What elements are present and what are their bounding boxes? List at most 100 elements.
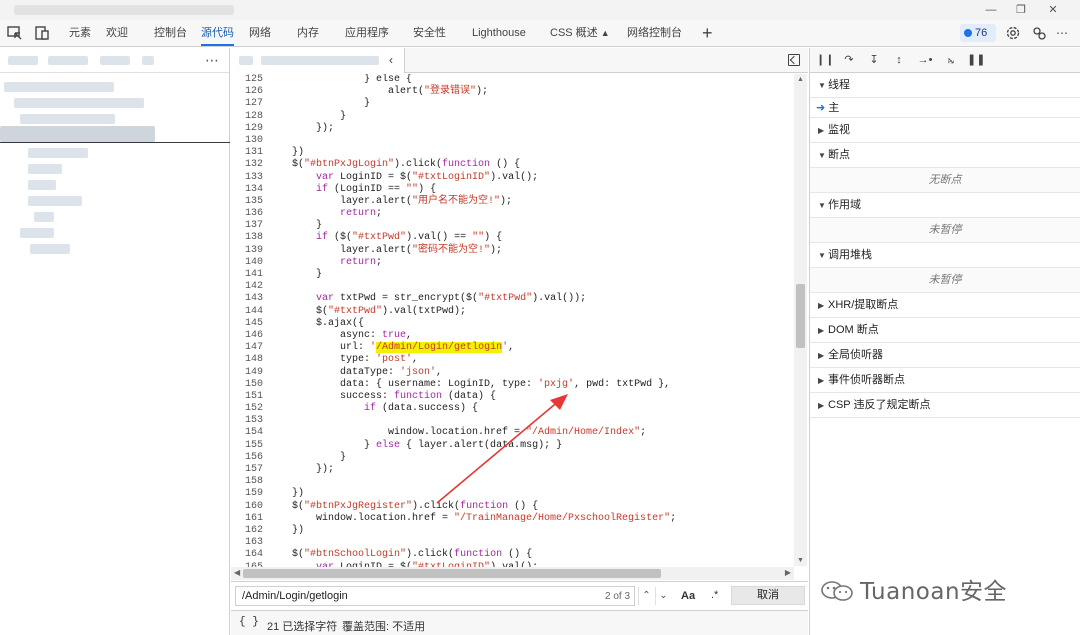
code-horizontal-scrollbar[interactable]: ◀ ▶ [231, 567, 794, 580]
code-line[interactable]: 141 } [231, 269, 808, 281]
tab-welcome[interactable]: 欢迎 [106, 20, 128, 46]
code-line[interactable]: 148 type: 'post', [231, 354, 808, 366]
line-number[interactable]: 129 [231, 123, 263, 135]
minimize-icon[interactable]: — [978, 2, 1004, 18]
scroll-right-icon[interactable]: ▶ [785, 568, 791, 577]
code-line[interactable]: 153 [231, 415, 808, 427]
code-line[interactable]: 139 layer.alert("密码不能为空!"); [231, 245, 808, 257]
cancel-search-button[interactable]: 取消 [731, 586, 805, 605]
blurred-nav-tab[interactable] [8, 56, 38, 65]
code-line[interactable]: 131 }) [231, 147, 808, 159]
more-options-icon[interactable]: ⋯ [1056, 24, 1074, 42]
code-line[interactable]: 158 [231, 476, 808, 488]
code-line[interactable]: 144 $("#txtPwd").val(txtPwd); [231, 306, 808, 318]
line-number[interactable]: 162 [231, 525, 263, 537]
code-line[interactable]: 149 dataType: 'json', [231, 367, 808, 379]
add-tab-icon[interactable]: + [702, 21, 713, 45]
code-line[interactable]: 150 data: { username: LoginID, type: 'px… [231, 379, 808, 391]
next-match-icon[interactable]: ⌄ [655, 587, 671, 605]
code-line[interactable]: 127 } [231, 98, 808, 110]
tab-elements[interactable]: 元素 [69, 20, 91, 46]
line-number[interactable]: 144 [231, 306, 263, 318]
blurred-tree-item[interactable] [28, 164, 62, 174]
line-number[interactable]: 141 [231, 269, 263, 281]
blurred-tree-item[interactable] [28, 196, 82, 206]
code-line[interactable]: 142 [231, 281, 808, 293]
code-line[interactable]: 143 var txtPwd = str_encrypt($("#txtPwd"… [231, 293, 808, 305]
code-line[interactable]: 160 $("#btnPxJgRegister").click(function… [231, 501, 808, 513]
vertical-scroll-thumb[interactable] [796, 284, 805, 348]
code-line[interactable]: 130 [231, 135, 808, 147]
line-number[interactable]: 138 [231, 232, 263, 244]
blurred-nav-tab[interactable] [100, 56, 130, 65]
deactivate-breakpoints-icon[interactable]: ⦮ [943, 52, 959, 68]
code-line[interactable]: 140 return; [231, 257, 808, 269]
line-number[interactable]: 139 [231, 245, 263, 257]
tab-lighthouse[interactable]: Lighthouse [472, 20, 526, 46]
line-number[interactable]: 147 [231, 342, 263, 354]
blurred-nav-tab[interactable] [142, 56, 154, 65]
code-line[interactable]: 134 if (LoginID == "") { [231, 184, 808, 196]
line-number[interactable]: 151 [231, 391, 263, 403]
line-number[interactable]: 152 [231, 403, 263, 415]
customize-devtools-icon[interactable] [1030, 24, 1048, 42]
pane-xhr-breakpoints[interactable]: ▶ XHR/提取断点 [810, 293, 1080, 318]
close-window-icon[interactable]: ✕ [1040, 2, 1066, 18]
blurred-tree-item[interactable] [34, 212, 54, 222]
code-line[interactable]: 133 var LoginID = $("#txtLoginID").val()… [231, 172, 808, 184]
code-line[interactable]: 146 async: true, [231, 330, 808, 342]
line-number[interactable]: 146 [231, 330, 263, 342]
editor-file-tab[interactable]: ‹ [231, 48, 405, 73]
code-line[interactable]: 128 } [231, 111, 808, 123]
regex-button[interactable]: .* [711, 589, 718, 601]
code-line[interactable]: 147 url: '/Admin/Login/getlogin', [231, 342, 808, 354]
code-line[interactable]: 162 }) [231, 525, 808, 537]
pane-threads[interactable]: ▼ 线程 [810, 73, 1080, 98]
line-number[interactable]: 131 [231, 147, 263, 159]
line-number[interactable]: 149 [231, 367, 263, 379]
line-number[interactable]: 132 [231, 159, 263, 171]
code-line[interactable]: 161 window.location.href = "/TrainManage… [231, 513, 808, 525]
pane-watch[interactable]: ▶ 监视 [810, 118, 1080, 143]
blurred-tree-item[interactable] [20, 228, 54, 238]
line-number[interactable]: 163 [231, 537, 263, 549]
line-number[interactable]: 128 [231, 111, 263, 123]
line-number[interactable]: 156 [231, 452, 263, 464]
previous-match-icon[interactable]: ⌃ [638, 587, 654, 605]
code-line[interactable]: 132 $("#btnPxJgLogin").click(function ()… [231, 159, 808, 171]
blurred-tree-item[interactable] [20, 114, 115, 124]
pane-global-listeners[interactable]: ▶ 全局侦听器 [810, 343, 1080, 368]
line-number[interactable]: 130 [231, 135, 263, 147]
blurred-tree-item-selected[interactable] [0, 126, 155, 142]
step-icon[interactable]: →• [917, 52, 933, 68]
pane-event-listener-breakpoints[interactable]: ▶ 事件侦听器断点 [810, 368, 1080, 393]
pane-breakpoints[interactable]: ▼ 断点 [810, 143, 1080, 168]
code-line[interactable]: 151 success: function (data) { [231, 391, 808, 403]
code-line[interactable]: 154 window.location.href = "/Admin/Home/… [231, 427, 808, 439]
code-line[interactable]: 155 } else { layer.alert(data.msg); } [231, 440, 808, 452]
line-number[interactable]: 154 [231, 427, 263, 439]
toggle-debugger-sidebar-icon[interactable] [788, 54, 800, 66]
line-number[interactable]: 136 [231, 208, 263, 220]
horizontal-scroll-thumb[interactable] [243, 569, 661, 578]
search-input[interactable] [235, 586, 635, 606]
code-line[interactable]: 125 } else { [231, 74, 808, 86]
tab-css-overview[interactable]: CSS 概述 ▲ [550, 20, 610, 46]
code-line[interactable]: 126 alert("登录错误"); [231, 86, 808, 98]
blurred-tree-item[interactable] [30, 244, 70, 254]
pause-resume-icon[interactable]: ❙❙ [816, 52, 834, 68]
navigator-more-icon[interactable]: ⋯ [205, 52, 219, 69]
line-number[interactable]: 157 [231, 464, 263, 476]
thread-main[interactable]: ➜ 主 [810, 98, 1080, 118]
blurred-tree-item[interactable] [28, 180, 56, 190]
line-number[interactable]: 134 [231, 184, 263, 196]
code-line[interactable]: 136 return; [231, 208, 808, 220]
line-number[interactable]: 127 [231, 98, 263, 110]
settings-gear-icon[interactable] [1004, 24, 1022, 42]
line-number[interactable]: 164 [231, 549, 263, 561]
pause-on-exceptions-icon[interactable]: ❚❚ [967, 52, 985, 68]
step-into-icon[interactable]: ↧ [866, 52, 882, 68]
line-number[interactable]: 153 [231, 415, 263, 427]
line-number[interactable]: 148 [231, 354, 263, 366]
line-number[interactable]: 155 [231, 440, 263, 452]
